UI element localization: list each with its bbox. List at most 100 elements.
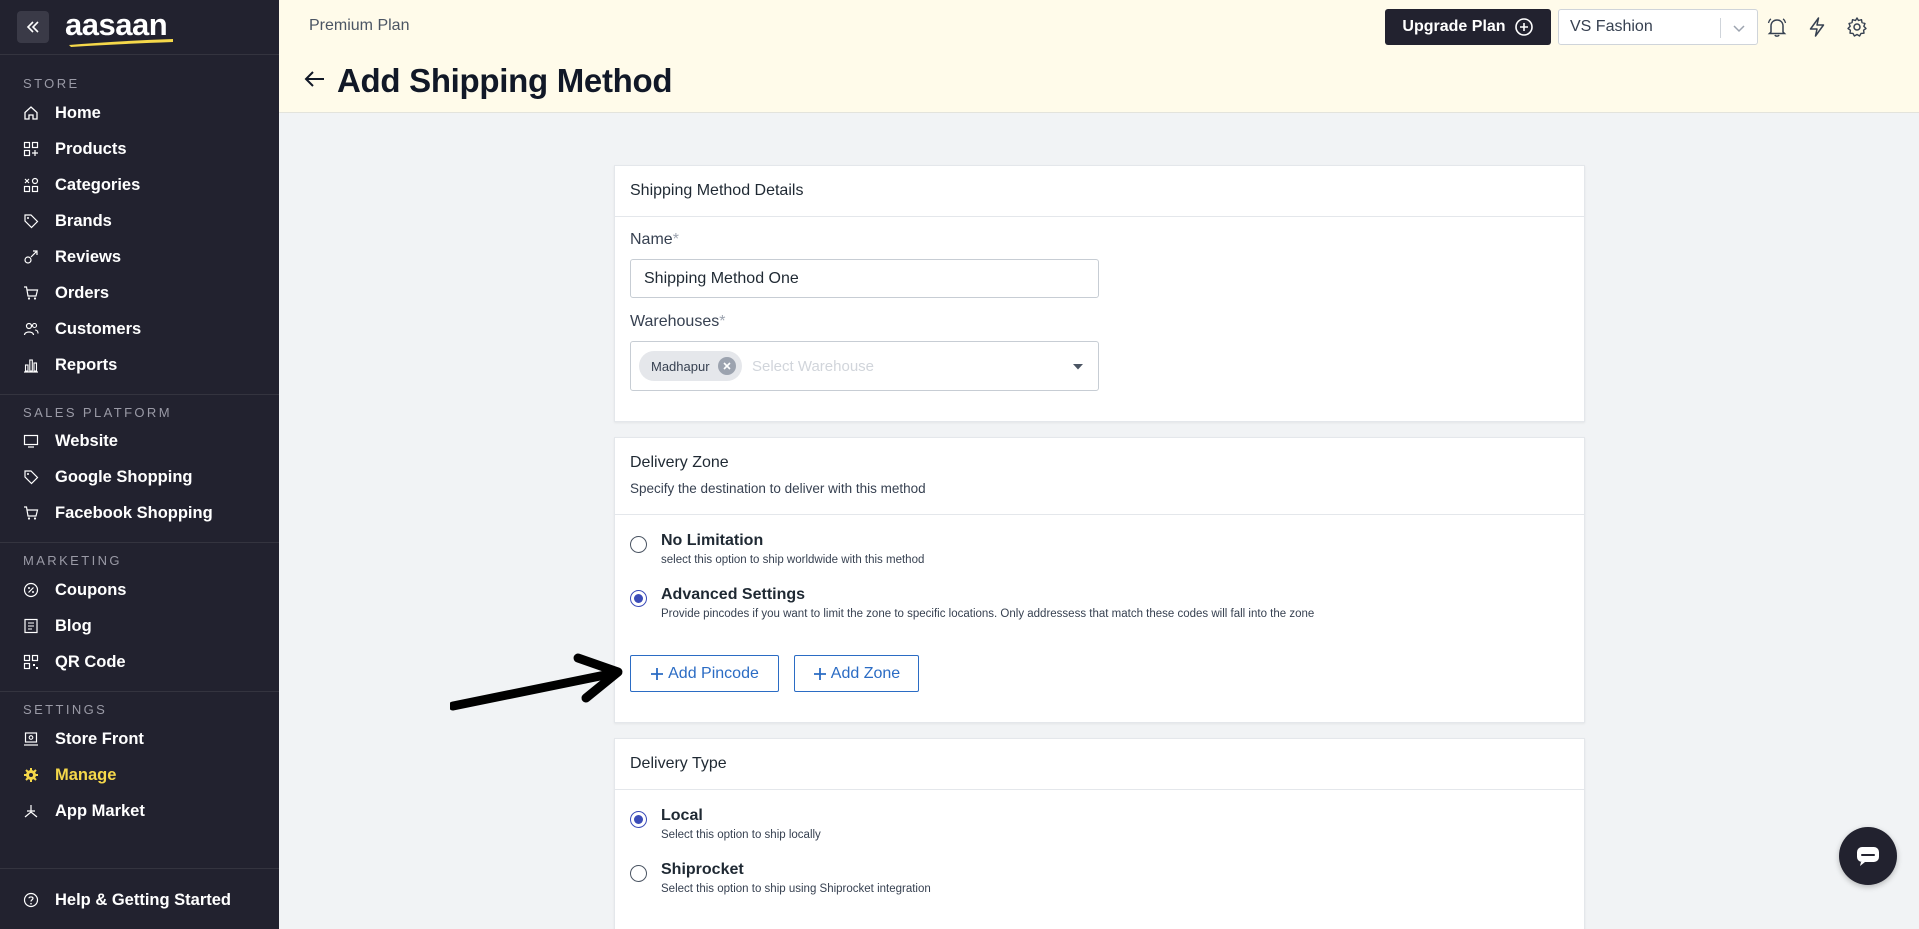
card-title: Shipping Method Details <box>630 182 804 199</box>
store-select[interactable]: VS Fashion <box>1558 9 1758 45</box>
sidebar-divider <box>0 542 279 543</box>
sidebar-item-label: Blog <box>55 616 92 635</box>
sidebar-item-label: Categories <box>55 175 141 194</box>
sidebar-item-reports[interactable]: Reports <box>0 348 279 382</box>
sidebar-item-label: Products <box>55 139 127 158</box>
radio-description: Provide pincodes if you want to limit th… <box>661 608 1315 620</box>
required-mark: * <box>672 231 679 248</box>
categories-icon <box>22 176 40 194</box>
chat-launcher-button[interactable] <box>1839 827 1897 885</box>
collapse-sidebar-button[interactable] <box>17 11 49 43</box>
qr-code-icon <box>22 653 40 671</box>
home-icon <box>22 104 40 122</box>
sidebar-item-label: Reports <box>55 355 118 374</box>
card-title: Delivery Zone <box>630 454 729 471</box>
sidebar-item-orders[interactable]: Orders <box>0 276 279 310</box>
sidebar-section-store: STORE <box>23 76 80 91</box>
name-input[interactable] <box>630 259 1099 298</box>
card-header: Delivery Type <box>615 739 1584 790</box>
radio-description: select this option to ship worldwide wit… <box>661 554 925 566</box>
settings-gear-icon[interactable] <box>1845 15 1869 39</box>
blog-icon <box>22 617 40 635</box>
required-mark: * <box>719 313 726 330</box>
upgrade-plan-button[interactable]: Upgrade Plan <box>1385 9 1551 45</box>
sidebar-item-categories[interactable]: Categories <box>0 168 279 202</box>
sidebar-item-qr-code[interactable]: QR Code <box>0 645 279 679</box>
delivery-type-card: Delivery Type Local Select this option t… <box>614 738 1585 929</box>
radio-title: Advanced Settings <box>661 586 806 603</box>
card-title: Delivery Type <box>630 755 727 772</box>
sidebar-item-manage[interactable]: Manage <box>0 758 279 792</box>
back-arrow-icon[interactable] <box>303 67 327 96</box>
radio-option-shiprocket[interactable]: Shiprocket Select this option to ship us… <box>630 861 931 895</box>
cart-icon <box>22 284 40 302</box>
sidebar-item-store-front[interactable]: Store Front <box>0 722 279 756</box>
radio-button[interactable] <box>630 865 647 882</box>
radio-button-checked[interactable] <box>630 811 647 828</box>
upgrade-plan-label: Upgrade Plan <box>1402 18 1506 35</box>
storefront-icon <box>22 730 40 748</box>
shipping-method-details-card: Shipping Method Details Name* Warehouses… <box>614 165 1585 422</box>
sidebar-item-home[interactable]: Home <box>0 96 279 130</box>
warehouse-chip: Madhapur <box>639 351 742 381</box>
sidebar-item-label: Google Shopping <box>55 467 193 486</box>
tag-icon <box>22 212 40 230</box>
sidebar-item-label: Manage <box>55 765 117 784</box>
card-subtitle: Specify the destination to deliver with … <box>630 481 926 496</box>
cart-icon <box>22 504 40 522</box>
lightning-icon[interactable] <box>1805 15 1829 39</box>
app-market-icon <box>22 802 40 820</box>
sidebar-section-settings: SETTINGS <box>23 702 108 717</box>
sidebar-item-help[interactable]: Help & Getting Started <box>0 883 279 917</box>
warehouse-select[interactable]: Madhapur Select Warehouse <box>630 341 1099 391</box>
sidebar-item-coupons[interactable]: Coupons <box>0 573 279 607</box>
logo-text: aasaan <box>65 6 168 42</box>
add-pincode-button[interactable]: Add Pincode <box>630 655 779 692</box>
plus-circle-icon <box>1514 18 1533 36</box>
radio-title: No Limitation <box>661 532 764 549</box>
add-zone-label: Add Zone <box>830 664 901 682</box>
add-zone-button[interactable]: Add Zone <box>794 655 919 692</box>
radio-button-checked[interactable] <box>630 590 647 607</box>
reviews-icon <box>22 248 40 266</box>
radio-description: Select this option to ship using Shiproc… <box>661 883 931 895</box>
plus-icon <box>813 667 826 680</box>
remove-chip-icon[interactable] <box>717 357 736 375</box>
card-header: Delivery Zone Specify the destination to… <box>615 438 1584 515</box>
chat-icon <box>1857 847 1879 866</box>
sidebar-item-blog[interactable]: Blog <box>0 609 279 643</box>
help-icon <box>22 891 40 909</box>
notifications-bell-icon[interactable] <box>1765 15 1789 39</box>
name-field-label: Name* <box>630 231 679 249</box>
sidebar-item-google-shopping[interactable]: Google Shopping <box>0 460 279 494</box>
radio-option-no-limitation[interactable]: No Limitation select this option to ship… <box>630 532 924 566</box>
sidebar-item-label: QR Code <box>55 652 126 671</box>
sidebar-item-website[interactable]: Website <box>0 424 279 458</box>
sidebar-item-customers[interactable]: Customers <box>0 312 279 346</box>
sidebar-divider <box>0 691 279 692</box>
top-header: Premium Plan Add Shipping Method Upgrade… <box>279 0 1919 113</box>
sidebar-item-app-market[interactable]: App Market <box>0 794 279 828</box>
radio-title: Shiprocket <box>661 861 744 878</box>
radio-option-local[interactable]: Local Select this option to ship locally <box>630 807 821 841</box>
sidebar-item-label: Reviews <box>55 247 122 266</box>
sidebar-item-reviews[interactable]: Reviews <box>0 240 279 274</box>
sidebar-item-label: Brands <box>55 211 112 230</box>
sidebar-item-facebook-shopping[interactable]: Facebook Shopping <box>0 496 279 530</box>
sidebar-item-label: App Market <box>55 801 145 820</box>
sidebar-divider <box>0 394 279 395</box>
chevron-down-icon <box>1733 25 1745 33</box>
radio-option-advanced-settings[interactable]: Advanced Settings Provide pincodes if yo… <box>630 586 1314 620</box>
warehouses-label-text: Warehouses <box>630 313 720 330</box>
logo[interactable]: aasaan <box>65 6 173 47</box>
double-chevron-left-icon <box>26 21 39 33</box>
grid-icon <box>22 140 40 158</box>
bar-chart-icon <box>22 356 40 374</box>
sidebar-item-label: Orders <box>55 283 110 302</box>
sidebar-item-products[interactable]: Products <box>0 132 279 166</box>
sidebar-item-label: Website <box>55 431 118 450</box>
radio-button[interactable] <box>630 536 647 553</box>
sidebar-item-brands[interactable]: Brands <box>0 204 279 238</box>
name-label-text: Name <box>630 231 673 248</box>
logo-swoosh-icon <box>69 38 173 47</box>
